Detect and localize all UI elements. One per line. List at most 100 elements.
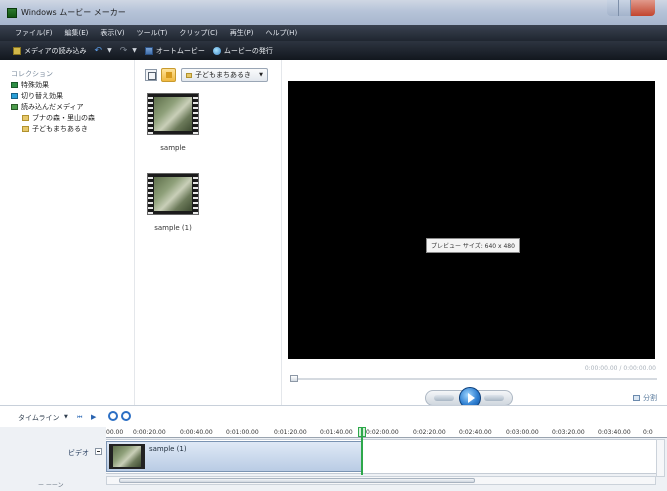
folder-select-value: 子どもまちあるき: [195, 71, 251, 79]
tick-label: 0:01:40.00: [320, 429, 353, 436]
toolbar: メディアの読み込み ↶ ▼ ↷ ▼ オートムービー ムービーの発行: [0, 41, 667, 60]
playback-controls: [425, 387, 513, 409]
tick-label: 0:00:20.00: [133, 429, 166, 436]
film-strip-right: [193, 174, 198, 214]
menu-view[interactable]: 表示(V): [100, 28, 124, 38]
timeline-vertical-scrollbar[interactable]: [656, 439, 665, 477]
film-strip-left: [148, 94, 153, 134]
collection-item-label: ブナの森・里山の森: [32, 114, 95, 122]
collection-item-imported-media[interactable]: 読み込んだメディア: [11, 102, 84, 112]
menu-play[interactable]: 再生(P): [230, 28, 254, 38]
tick-label: 0:02:40.00: [459, 429, 492, 436]
clip-frame: [154, 97, 192, 131]
undo-icon: ↶: [94, 45, 103, 56]
view-icon[interactable]: [145, 69, 157, 81]
automovie-button[interactable]: オートムービー: [144, 46, 205, 56]
content-pane: 子どもまちあるき ▼ sample sample (1): [134, 60, 280, 405]
timeline-toolbar: タイムライン ▼ ⏮ ▶: [0, 405, 667, 427]
import-icon: [13, 46, 21, 55]
maximize-button[interactable]: [619, 0, 631, 16]
redo-icon: ↷: [119, 45, 128, 56]
window-title: Windows ムービー メーカー: [21, 8, 126, 17]
preview-size-tooltip: プレビュー サイズ: 640 x 480: [426, 238, 520, 253]
menu-edit[interactable]: 編集(E): [65, 28, 89, 38]
title-bar: Windows ムービー メーカー: [0, 0, 667, 25]
up-folder-icon[interactable]: [161, 68, 176, 82]
time-ruler[interactable]: 00.00 0:00:20.00 0:00:40.00 0:01:00.00 0…: [106, 427, 667, 438]
tick-label: 0:02:20.00: [413, 429, 446, 436]
tick-label: 0:03:00.00: [506, 429, 539, 436]
video-track-label: ビデオ: [68, 449, 89, 457]
publish-movie-button[interactable]: ムービーの発行: [212, 46, 273, 56]
publish-icon: [212, 46, 221, 55]
clip-label: sample (1): [154, 224, 192, 232]
clip-thumbnail-sample[interactable]: [147, 93, 199, 135]
collection-item-folder-walk[interactable]: 子どもまちあるき: [22, 124, 88, 134]
split-label: 分割: [643, 394, 657, 402]
seek-bar[interactable]: [290, 375, 657, 382]
collection-item-label: 特殊効果: [21, 81, 49, 89]
timeline: 00.00 0:00:20.00 0:00:40.00 0:01:00.00 0…: [0, 427, 667, 491]
menu-clip[interactable]: クリップ(C): [179, 28, 217, 38]
seek-handle[interactable]: [290, 375, 298, 382]
collection-item-effects[interactable]: 特殊効果: [11, 80, 49, 90]
zoom-out-icon[interactable]: [121, 411, 131, 421]
menu-bar: ファイル(F) 編集(E) 表示(V) ツール(T) クリップ(C) 再生(P)…: [0, 25, 667, 41]
expand-track-icon[interactable]: [95, 448, 102, 455]
clip-thumbnail-sample-1[interactable]: [147, 173, 199, 215]
redo-button[interactable]: ↷ ▼: [120, 46, 137, 56]
menu-tools[interactable]: ツール(T): [137, 28, 168, 38]
minimize-button[interactable]: [607, 0, 619, 16]
folder-icon: [22, 115, 29, 121]
timeline-clip-name: sample (1): [149, 445, 187, 453]
close-button[interactable]: [631, 0, 655, 16]
collection-item-label: 読み込んだメディア: [21, 103, 84, 111]
tick-label: 0:02:00.00: [366, 429, 399, 436]
transitions-icon: [11, 93, 18, 99]
menu-help[interactable]: ヘルプ(H): [265, 28, 297, 38]
redo-dropdown-icon[interactable]: ▼: [132, 47, 137, 54]
timeline-horizontal-scrollbar[interactable]: [106, 476, 656, 485]
import-media-button[interactable]: メディアの読み込み: [13, 46, 87, 56]
chevron-down-icon: ▼: [259, 72, 263, 78]
effects-icon: [11, 82, 18, 88]
zoom-in-icon[interactable]: [108, 411, 118, 421]
collection-item-label: 切り替え効果: [21, 92, 63, 100]
clip-frame: [154, 177, 192, 211]
scrollbar-thumb[interactable]: [119, 478, 475, 483]
publish-movie-label: ムービーの発行: [223, 46, 273, 55]
chevron-down-icon[interactable]: ▼: [64, 414, 68, 420]
collections-heading: コレクション: [11, 70, 53, 78]
rewind-icon[interactable]: ⏮: [77, 414, 82, 422]
import-media-label: メディアの読み込み: [24, 46, 87, 55]
film-strip-right: [193, 94, 198, 134]
tick-label: 00.00: [106, 429, 124, 436]
undo-dropdown-icon[interactable]: ▼: [107, 47, 112, 54]
tick-label: 0:0: [643, 429, 653, 436]
undo-button[interactable]: ↶ ▼: [95, 46, 112, 56]
split-icon: [633, 395, 640, 401]
video-track[interactable]: sample (1): [106, 439, 656, 474]
tick-label: 0:00:40.00: [180, 429, 213, 436]
automovie-label: オートムービー: [155, 46, 205, 55]
timeline-play-icon[interactable]: ▶: [91, 413, 96, 421]
folder-icon: [186, 72, 192, 78]
collection-item-folder-forest[interactable]: ブナの森・里山の森: [22, 113, 95, 123]
timeline-clip[interactable]: sample (1): [106, 441, 362, 472]
playhead[interactable]: [361, 427, 363, 475]
time-readout: 0:00:00.00 / 0:00:00.00: [584, 365, 656, 372]
timeline-view-label[interactable]: タイムライン: [18, 413, 60, 423]
menu-file[interactable]: ファイル(F): [15, 28, 53, 38]
folder-select[interactable]: 子どもまちあるき ▼: [181, 68, 268, 82]
split-button[interactable]: 分割: [633, 393, 657, 403]
imported-media-icon: [11, 104, 18, 110]
folder-icon: [22, 126, 29, 132]
collection-item-transitions[interactable]: 切り替え効果: [11, 91, 63, 101]
tick-label: 0:03:40.00: [598, 429, 631, 436]
next-frame-button[interactable]: [484, 395, 504, 401]
film-strip-left: [148, 174, 153, 214]
clip-thumbnail: [109, 444, 145, 469]
automovie-icon: [144, 46, 153, 55]
previous-frame-button[interactable]: [434, 395, 454, 401]
tick-label: 0:03:20.00: [552, 429, 585, 436]
